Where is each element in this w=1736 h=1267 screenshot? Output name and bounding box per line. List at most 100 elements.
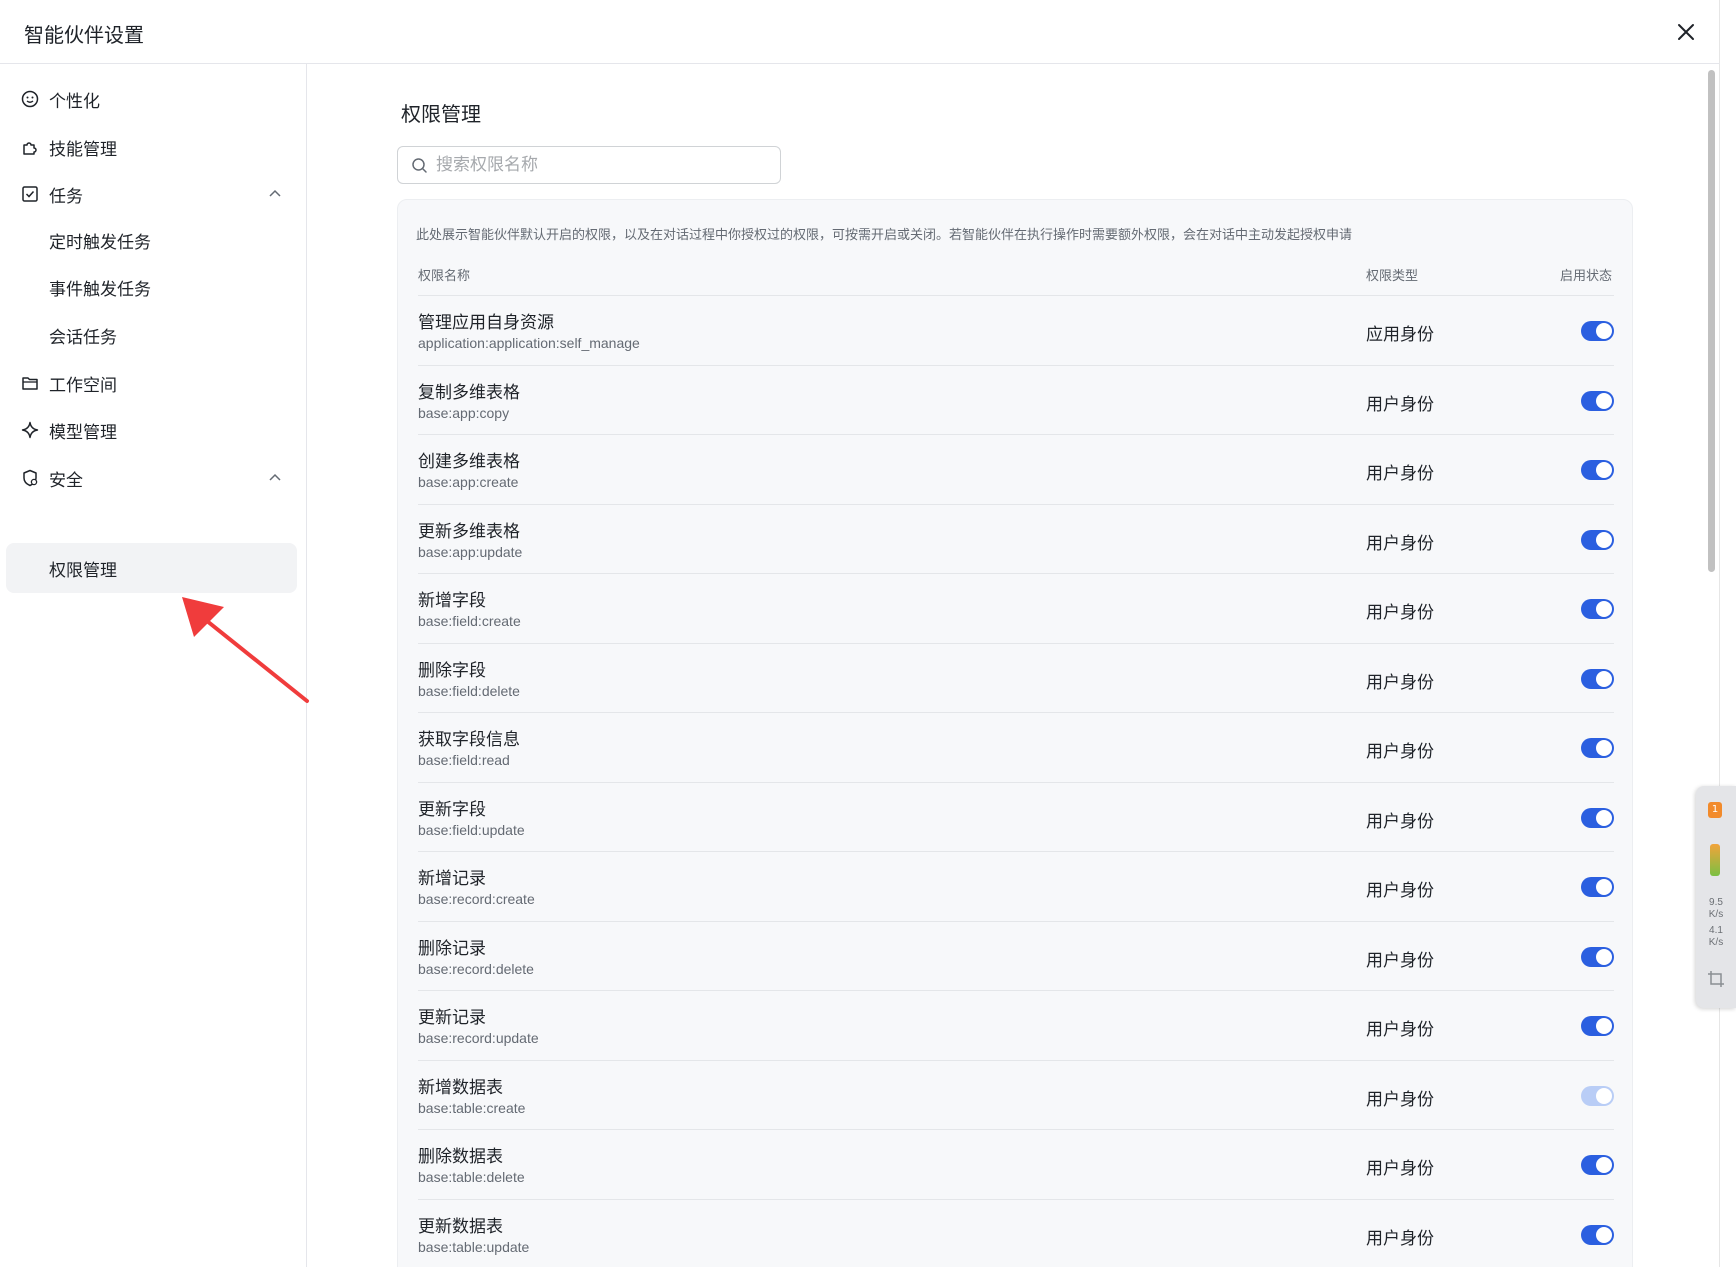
chevron-up-icon[interactable] — [267, 470, 283, 486]
permission-type: 用户身份 — [1366, 394, 1434, 415]
sidebar-item-label: 任务 — [49, 186, 83, 207]
main-content: 权限管理 此处展示智能伙伴默认开启的权限，以及在对话过程中你授权过的权限，可按需… — [307, 64, 1720, 1267]
sidebar-item-label: 模型管理 — [49, 422, 117, 443]
enable-toggle[interactable] — [1581, 460, 1614, 480]
table-row: 管理应用自身资源 application:application:self_man… — [418, 295, 1614, 365]
close-icon[interactable] — [1674, 20, 1698, 44]
folder-icon — [20, 373, 40, 393]
permission-type: 用户身份 — [1366, 1089, 1434, 1110]
table-row: 复制多维表格 base:app:copy 用户身份 — [418, 364, 1614, 435]
permission-name: 删除数据表 — [418, 1147, 503, 1167]
permission-code: application:application:self_manage — [418, 335, 640, 351]
permission-type: 用户身份 — [1366, 950, 1434, 971]
column-header-status: 启用状态 — [1559, 269, 1612, 284]
table-row: 删除记录 base:record:delete 用户身份 — [418, 920, 1614, 991]
sidebar-item-label: 会话任务 — [49, 327, 117, 348]
table-row: 新增记录 base:record:create 用户身份 — [418, 851, 1614, 921]
table-row: 更新数据表 base:table:update 用户身份 — [418, 1198, 1614, 1267]
enable-toggle[interactable] — [1581, 877, 1614, 897]
scrollbar-thumb[interactable] — [1708, 70, 1715, 572]
permission-name: 更新字段 — [418, 799, 486, 820]
table-row: 删除数据表 base:table:delete 用户身份 — [418, 1129, 1614, 1199]
toggle-knob — [1596, 740, 1612, 756]
table-row: 新增字段 base:field:create 用户身份 — [418, 573, 1614, 643]
toggle-knob — [1596, 462, 1612, 478]
permission-name: 更新多维表格 — [418, 521, 520, 542]
window-title: 智能伙伴设置 — [24, 23, 144, 47]
toggle-knob — [1596, 948, 1612, 965]
permission-code: base:field:update — [418, 821, 525, 838]
search-icon — [411, 157, 428, 174]
table-row: 更新记录 base:record:update 用户身份 — [418, 990, 1614, 1060]
permission-code: base:record:update — [418, 1030, 539, 1046]
permission-name: 获取字段信息 — [418, 730, 520, 750]
sidebar-item-security[interactable]: 安全 — [6, 453, 297, 503]
sidebar-item-session-tasks[interactable]: 会话任务 — [6, 310, 297, 360]
permission-type: 用户身份 — [1366, 603, 1434, 623]
download-unit: K/s — [1708, 937, 1724, 948]
permission-name: 更新记录 — [418, 1008, 486, 1028]
enable-toggle[interactable] — [1581, 1085, 1614, 1106]
column-header-type: 权限类型 — [1366, 269, 1419, 284]
checkbox-icon — [20, 184, 40, 204]
enable-toggle[interactable] — [1581, 946, 1614, 967]
sidebar-item-skills[interactable]: 技能管理 — [6, 122, 297, 172]
sidebar-item-label: 安全 — [49, 470, 83, 491]
sidebar-item-scheduled-tasks[interactable]: 定时触发任务 — [6, 215, 297, 265]
network-monitor-widget[interactable]: 1 9.5 K/s 4.1 K/s — [1696, 786, 1736, 1008]
permission-code: base:app:update — [418, 543, 523, 560]
permission-name: 更新数据表 — [418, 1216, 503, 1237]
enable-toggle[interactable] — [1581, 321, 1614, 341]
column-header-name: 权限名称 — [418, 269, 471, 284]
table-row: 更新多维表格 base:app:update 用户身份 — [418, 503, 1614, 574]
table-row: 删除字段 base:field:delete 用户身份 — [418, 642, 1614, 713]
permission-code: base:record:create — [418, 891, 535, 907]
permissions-panel: 此处展示智能伙伴默认开启的权限，以及在对话过程中你授权过的权限，可按需开启或关闭… — [397, 199, 1633, 1267]
enable-toggle[interactable] — [1581, 738, 1614, 758]
sidebar-item-permissions[interactable]: 权限管理 — [6, 543, 297, 593]
sidebar-item-personalize[interactable]: 个性化 — [6, 74, 297, 124]
enable-toggle[interactable] — [1581, 1016, 1614, 1036]
permission-name: 复制多维表格 — [418, 382, 520, 403]
permission-code: base:record:delete — [418, 960, 534, 977]
sidebar-item-label: 事件触发任务 — [49, 279, 151, 300]
permission-type: 用户身份 — [1366, 811, 1434, 832]
sidebar-item-label: 权限管理 — [49, 560, 117, 581]
search-box[interactable] — [397, 146, 781, 184]
table-row: 新增数据表 base:table:create 用户身份 — [418, 1059, 1614, 1130]
sidebar-item-models[interactable]: 模型管理 — [6, 405, 297, 455]
table-row: 更新字段 base:field:update 用户身份 — [418, 781, 1614, 852]
sidebar-item-label: 个性化 — [49, 91, 100, 112]
enable-toggle[interactable] — [1581, 668, 1614, 689]
sidebar-item-label: 定时触发任务 — [49, 232, 151, 253]
panel-description: 此处展示智能伙伴默认开启的权限，以及在对话过程中你授权过的权限，可按需开启或关闭… — [416, 228, 1353, 243]
puzzle-icon — [20, 137, 40, 157]
permission-type: 用户身份 — [1366, 1020, 1434, 1040]
usage-bar — [1710, 844, 1720, 876]
permission-type: 用户身份 — [1366, 742, 1434, 762]
toggle-knob — [1596, 879, 1612, 895]
permission-name: 删除记录 — [418, 938, 486, 959]
sidebar-item-event-tasks[interactable]: 事件触发任务 — [6, 262, 297, 312]
toggle-knob — [1596, 531, 1612, 548]
enable-toggle[interactable] — [1581, 1224, 1614, 1245]
enable-toggle[interactable] — [1581, 807, 1614, 828]
enable-toggle[interactable] — [1581, 529, 1614, 550]
crop-icon[interactable] — [1707, 970, 1725, 988]
enable-toggle[interactable] — [1581, 1155, 1614, 1175]
permission-type: 用户身份 — [1366, 464, 1434, 484]
search-input[interactable] — [436, 147, 766, 183]
permission-name: 新增数据表 — [418, 1077, 503, 1098]
permission-code: base:table:create — [418, 1099, 526, 1116]
sidebar-item-tasks[interactable]: 任务 — [6, 169, 297, 219]
chevron-up-icon[interactable] — [267, 186, 283, 202]
settings-window: 智能伙伴设置 个性化 技能管理 任务 定时触发任务 事件触发任务 会话任务 工作… — [0, 0, 1720, 1267]
toggle-knob — [1596, 1087, 1612, 1104]
permission-type: 用户身份 — [1366, 881, 1434, 901]
sidebar-item-workspace[interactable]: 工作空间 — [6, 358, 297, 408]
permission-type: 用户身份 — [1366, 533, 1434, 554]
toggle-knob — [1596, 1226, 1612, 1243]
enable-toggle[interactable] — [1581, 390, 1614, 411]
enable-toggle[interactable] — [1581, 599, 1614, 619]
permission-code: base:field:create — [418, 613, 521, 629]
